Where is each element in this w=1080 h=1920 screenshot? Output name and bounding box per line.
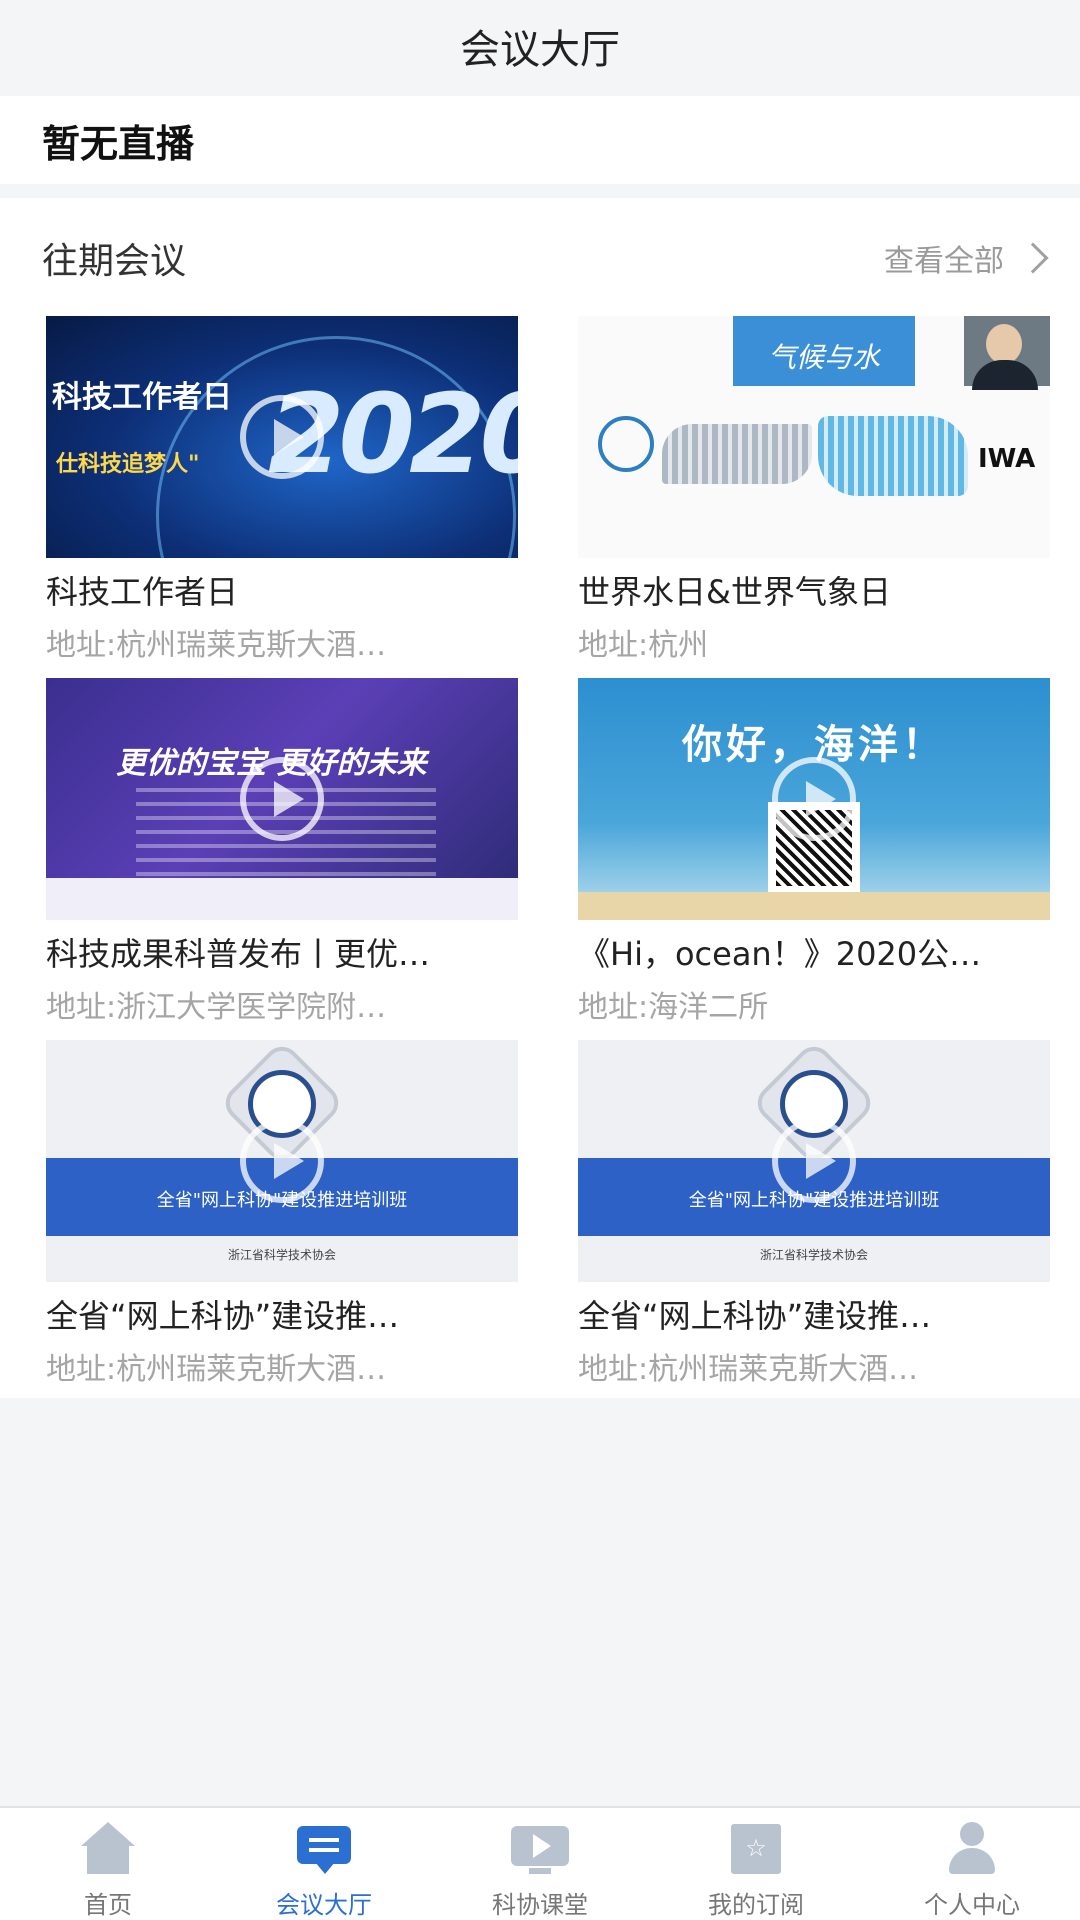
- globe-logo-icon: [598, 416, 654, 472]
- meeting-thumbnail[interactable]: 更优的宝宝 更好的未来: [46, 678, 518, 920]
- meeting-card[interactable]: 全省"网上科协"建设推进培训班 浙江省科学技术协会 全省“网上科协”建设推… 地…: [578, 1040, 1050, 1390]
- meeting-title[interactable]: 世界水日&世界气象日: [578, 570, 1050, 614]
- play-icon[interactable]: [772, 1119, 856, 1203]
- word-cloud-left: [662, 424, 812, 484]
- bottom-tab-bar: 首页 会议大厅 科协课堂 ☆ 我的订阅 个人中心: [0, 1806, 1080, 1920]
- meeting-thumbnail[interactable]: 科技工作者日 仕科技追梦人" 2020: [46, 316, 518, 558]
- thumb-banner-text: 气候与水: [767, 341, 880, 374]
- tab-subscriptions[interactable]: ☆ 我的订阅: [648, 1808, 864, 1920]
- view-all-label: 查看全部: [884, 244, 1004, 279]
- tab-label: 会议大厅: [276, 1891, 372, 1919]
- chat-bubble: [297, 1826, 351, 1864]
- speaker-head: [986, 324, 1022, 364]
- meeting-thumbnail[interactable]: 你好，海洋！: [578, 678, 1050, 920]
- user-body: [949, 1848, 995, 1874]
- home-roof: [81, 1822, 135, 1846]
- tab-meeting-hall[interactable]: 会议大厅: [216, 1808, 432, 1920]
- meeting-title[interactable]: 《Hi，ocean！》2020公…: [578, 932, 1050, 976]
- page-title: 会议大厅: [460, 27, 620, 73]
- tab-label: 个人中心: [924, 1891, 1020, 1919]
- meeting-address: 地址:杭州: [578, 628, 709, 663]
- thumb-banner: 气候与水: [733, 316, 915, 386]
- chat-tail: [315, 1862, 335, 1874]
- live-section: 暂无直播: [0, 96, 1080, 184]
- page-header: 会议大厅: [0, 0, 1080, 92]
- meeting-title[interactable]: 全省“网上科协”建设推…: [578, 1294, 1050, 1338]
- logo-strip: [46, 878, 518, 920]
- section-title: 往期会议: [42, 241, 187, 282]
- tab-label: 我的订阅: [708, 1891, 804, 1919]
- meeting-card[interactable]: 你好，海洋！ 《Hi，ocean！》2020公… 地址:海洋二所: [578, 678, 1050, 1028]
- chat-line: [309, 1848, 339, 1852]
- meeting-thumbnail[interactable]: 气候与水 IWA: [578, 316, 1050, 558]
- meeting-address: 地址:杭州瑞莱克斯大酒…: [46, 1352, 387, 1387]
- meeting-title[interactable]: 科技工作者日: [46, 570, 518, 614]
- tab-classroom[interactable]: 科协课堂: [432, 1808, 648, 1920]
- speaker-photo: [964, 316, 1050, 390]
- tab-profile[interactable]: 个人中心: [864, 1808, 1080, 1920]
- meeting-title[interactable]: 全省“网上科协”建设推…: [46, 1294, 518, 1338]
- play-triangle: [533, 1834, 551, 1858]
- tab-home[interactable]: 首页: [0, 1808, 216, 1920]
- home-body: [87, 1844, 129, 1874]
- bookmark-star-icon: ☆: [725, 1822, 787, 1875]
- past-meetings-section: 往期会议 查看全部 科技工作者日 仕科技追梦人" 2020 科技工作者日 地址:…: [0, 198, 1080, 1398]
- home-icon: [77, 1822, 139, 1875]
- meeting-card[interactable]: 更优的宝宝 更好的未来 科技成果科普发布丨更优… 地址:浙江大学医学院附…: [46, 678, 518, 1028]
- speaker-body: [972, 360, 1038, 390]
- meeting-card[interactable]: 全省"网上科协"建设推进培训班 浙江省科学技术协会 全省“网上科协”建设推… 地…: [46, 1040, 518, 1390]
- meeting-address: 地址:杭州瑞莱克斯大酒…: [578, 1352, 919, 1387]
- section-header: 往期会议 查看全部: [0, 198, 1080, 318]
- meeting-card[interactable]: 气候与水 IWA 世界水日&世界气象日 地址:杭州: [578, 316, 1050, 666]
- chevron-right-icon: [1017, 242, 1049, 274]
- meeting-thumbnail[interactable]: 全省"网上科协"建设推进培训班 浙江省科学技术协会: [578, 1040, 1050, 1282]
- view-all-link[interactable]: 查看全部: [884, 236, 1050, 280]
- user-head: [960, 1822, 984, 1846]
- thumb-footer: 浙江省科学技术协会: [759, 1248, 868, 1262]
- play-icon[interactable]: [240, 1119, 324, 1203]
- meeting-thumbnail[interactable]: 全省"网上科协"建设推进培训班 浙江省科学技术协会: [46, 1040, 518, 1282]
- meeting-address: 地址:浙江大学医学院附…: [46, 990, 387, 1025]
- tab-label: 首页: [84, 1891, 132, 1919]
- stand: [529, 1868, 551, 1874]
- star-icon: ☆: [745, 1834, 767, 1862]
- tab-label: 科协课堂: [492, 1891, 588, 1919]
- seabed: [578, 892, 1050, 920]
- thumb-tag: 科技工作者日: [52, 380, 232, 415]
- meeting-card[interactable]: 科技工作者日 仕科技追梦人" 2020 科技工作者日 地址:杭州瑞莱克斯大酒…: [46, 316, 518, 666]
- chat-icon: [293, 1822, 355, 1875]
- user-icon: [941, 1822, 1003, 1875]
- brand-logo: IWA: [978, 444, 1036, 474]
- live-status: 暂无直播: [42, 121, 195, 166]
- word-cloud-right: [818, 416, 968, 496]
- meeting-address: 地址:杭州瑞莱克斯大酒…: [46, 628, 387, 663]
- play-icon[interactable]: [240, 757, 324, 841]
- meeting-address: 地址:海洋二所: [578, 990, 769, 1025]
- play-icon[interactable]: [772, 757, 856, 841]
- thumb-footer: 浙江省科学技术协会: [227, 1248, 336, 1262]
- play-icon[interactable]: [240, 395, 324, 479]
- chat-line: [309, 1838, 339, 1842]
- thumb-sub: 仕科技追梦人": [56, 452, 200, 477]
- bookmark: ☆: [731, 1824, 781, 1874]
- video-class-icon: [509, 1822, 571, 1875]
- meeting-title[interactable]: 科技成果科普发布丨更优…: [46, 932, 518, 976]
